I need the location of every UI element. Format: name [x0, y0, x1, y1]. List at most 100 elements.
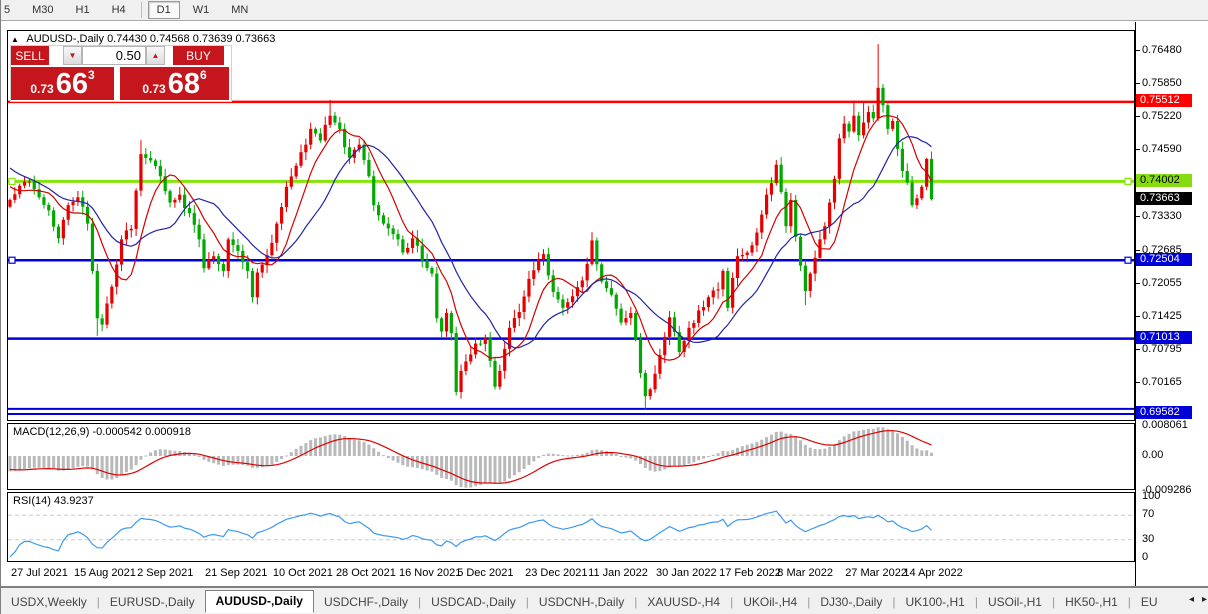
candle-body: [8, 199, 12, 207]
timeframe-button-w1[interactable]: W1: [184, 1, 219, 19]
candle-body: [745, 252, 749, 256]
macd-bar: [803, 444, 807, 456]
volume-decrease-button[interactable]: ▼: [63, 46, 82, 65]
candle-body: [323, 124, 327, 141]
date-label: 30 Jan 2022: [656, 567, 717, 579]
timeframe-button-mn[interactable]: MN: [222, 1, 257, 19]
date-label: 27 Jul 2021: [11, 567, 68, 579]
date-label: 21 Sep 2021: [205, 567, 268, 579]
chart-tab-ukoil--h4[interactable]: UKOil-,H4: [733, 592, 807, 613]
candle-body: [372, 176, 376, 206]
rsi-line: [9, 510, 932, 558]
timeframe-button-5[interactable]: 5: [1, 1, 19, 19]
macd-bar: [212, 456, 216, 464]
chart-tab-usdx-weekly[interactable]: USDX,Weekly: [1, 592, 97, 613]
chart-tab-dj30--daily[interactable]: DJ30-,Daily: [810, 592, 892, 613]
hline-handle[interactable]: [1124, 177, 1132, 185]
macd-bar: [18, 456, 22, 471]
buy-price-quote[interactable]: 0.73 68 6: [120, 67, 229, 100]
chart-tab-xauusd--h4[interactable]: XAUUSD-,H4: [637, 592, 730, 613]
candle-body: [808, 273, 812, 291]
tabs-scroll-right-icon[interactable]: ▸: [1202, 594, 1207, 605]
chart-tab-usdchf--daily[interactable]: USDCHF-,Daily: [314, 592, 418, 613]
candle-body: [435, 273, 439, 319]
macd-bar: [483, 456, 487, 484]
candle-body: [604, 281, 609, 289]
candle-body: [726, 270, 730, 308]
rsi-panel[interactable]: RSI(14) 43.9237: [7, 492, 1135, 562]
hline-handle[interactable]: [1124, 256, 1132, 264]
macd-bar: [401, 456, 405, 466]
volume-input[interactable]: [82, 46, 146, 65]
candle-body: [32, 181, 36, 190]
candle-body: [280, 207, 284, 224]
rsi-chart: [8, 510, 1134, 558]
macd-bar: [95, 456, 99, 475]
macd-bar: [294, 448, 298, 456]
price-tick-mark: [1136, 349, 1140, 351]
chart-tab-uk100--h1[interactable]: UK100-,H1: [895, 592, 974, 613]
volume-increase-button[interactable]: ▲: [146, 46, 165, 65]
price-tick-label: 0.75850: [1142, 77, 1182, 90]
timeframe-button-h4[interactable]: H4: [103, 1, 135, 19]
macd-bar: [566, 455, 570, 457]
timeframe-button-h1[interactable]: H1: [67, 1, 99, 19]
hline-handle[interactable]: [8, 256, 16, 264]
chart-tab-eurusd--daily[interactable]: EURUSD-,Daily: [100, 592, 205, 613]
rsi-axis-label: 100: [1142, 490, 1161, 502]
candle-body: [857, 115, 861, 136]
candle-body: [367, 159, 371, 177]
chart-tab-usdcad--daily[interactable]: USDCAD-,Daily: [421, 592, 526, 613]
candle-body: [236, 245, 240, 251]
candle-body: [401, 239, 405, 253]
date-axis[interactable]: 27 Jul 2021 15 Aug 2021 2 Sep 2021 21 Sep 2…: [7, 564, 1135, 586]
price-tick-label: 0.70795: [1142, 343, 1182, 356]
chart-tab-eu[interactable]: EU: [1131, 592, 1168, 613]
macd-bar: [449, 456, 453, 481]
macd-bar: [619, 456, 623, 457]
macd-bar: [769, 434, 773, 456]
candle-body: [226, 239, 230, 271]
candle-body: [813, 257, 817, 274]
macd-bar: [362, 442, 366, 456]
macd-bar: [197, 456, 201, 457]
macd-bar: [794, 436, 798, 456]
macd-bar: [284, 455, 288, 457]
hline-handle[interactable]: [8, 177, 16, 185]
candle-body: [891, 120, 895, 129]
candle-body: [187, 208, 192, 214]
candle-body: [905, 170, 909, 183]
macd-bar: [629, 456, 633, 459]
tabs-scroll-left-icon[interactable]: ◂: [1189, 594, 1194, 605]
macd-axis-label: 0.00: [1142, 449, 1164, 461]
candle-body: [260, 264, 264, 273]
macd-bar: [537, 456, 541, 458]
macd-bar: [124, 456, 128, 473]
candle-body: [789, 199, 793, 227]
sell-button[interactable]: SELL: [11, 46, 49, 65]
price-axis[interactable]: 0.76480 0.75850 0.75220 0.74590 0.73330 0.726…: [1135, 22, 1208, 586]
candle-body: [653, 373, 657, 390]
chart-tab-audusd--daily[interactable]: AUDUSD-,Daily: [204, 590, 314, 613]
sell-price-quote[interactable]: 0.73 66 3: [11, 67, 114, 100]
macd-bar: [372, 448, 376, 456]
macd-bar: [668, 456, 672, 468]
price-tick-mark: [1136, 315, 1140, 317]
chart-tab-usoil--h1[interactable]: USOil-,H1: [978, 592, 1052, 613]
candle-body: [444, 313, 449, 332]
macd-bar: [837, 440, 841, 456]
timeframe-button-m30[interactable]: M30: [23, 1, 62, 19]
oneclick-collapse-icon[interactable]: ▲: [11, 35, 19, 44]
macd-bar: [493, 456, 497, 484]
chart-tab-usdcnh--daily[interactable]: USDCNH-,Daily: [529, 592, 634, 613]
timeframe-button-d1[interactable]: D1: [147, 1, 180, 19]
macd-bar: [542, 454, 545, 456]
ma-fast-line: [9, 115, 933, 361]
buy-button[interactable]: BUY: [173, 46, 224, 65]
macd-panel[interactable]: MACD(12,26,9) -0.000542 0.000918: [7, 423, 1135, 490]
candle-body: [900, 148, 904, 171]
macd-bar: [760, 439, 764, 456]
macd-bar: [265, 456, 269, 467]
macd-bar: [328, 434, 332, 456]
chart-tab-hk50--h1[interactable]: HK50-,H1: [1055, 592, 1128, 613]
